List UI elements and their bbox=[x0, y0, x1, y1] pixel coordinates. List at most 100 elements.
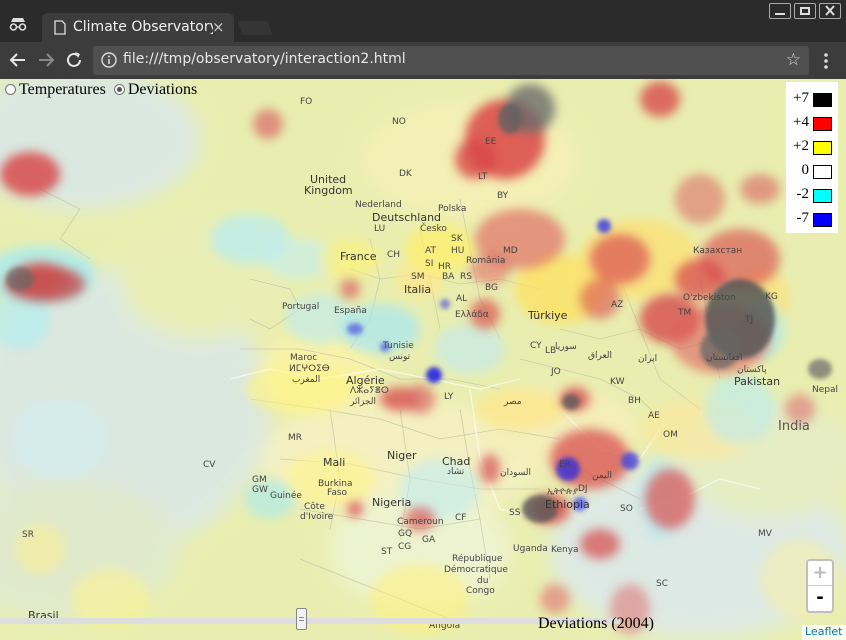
bookmark-star-icon[interactable]: ☆ bbox=[786, 50, 801, 70]
year-slider-track[interactable] bbox=[0, 618, 620, 624]
zoom-in-button[interactable]: + bbox=[808, 561, 832, 586]
map-label: تشاد bbox=[447, 467, 465, 477]
map-label: ኢትዮጵያ bbox=[547, 487, 579, 497]
forward-icon[interactable] bbox=[35, 49, 57, 71]
map-label: GW bbox=[252, 485, 268, 495]
map-label: ⴷⵣⴰⵢⴻⵔ bbox=[350, 386, 389, 396]
legend-label: 0 bbox=[801, 162, 810, 178]
document-icon bbox=[54, 20, 66, 35]
browser-tab[interactable]: Climate Observatory × bbox=[42, 13, 234, 42]
map-label: du bbox=[477, 576, 489, 586]
map-label: MR bbox=[288, 433, 303, 443]
map-label: افغانستان bbox=[706, 353, 743, 363]
legend-label: +2 bbox=[793, 138, 809, 154]
legend-item: +2 bbox=[786, 135, 838, 159]
map-label: Congo bbox=[466, 586, 495, 596]
url-text[interactable]: file:///tmp/observatory/interaction2.htm… bbox=[123, 51, 406, 67]
map-label: CH bbox=[387, 250, 401, 260]
back-icon[interactable] bbox=[7, 49, 29, 71]
map-label: CF bbox=[455, 513, 467, 523]
map-label: CV bbox=[203, 460, 216, 470]
map-label: Türkiye bbox=[528, 309, 568, 322]
layer-radio-group: Temperatures Deviations bbox=[5, 81, 197, 99]
map-label: العراق bbox=[588, 351, 613, 361]
legend-label: -7 bbox=[796, 210, 810, 226]
map-label: JO bbox=[551, 367, 561, 377]
reload-icon[interactable] bbox=[63, 49, 85, 71]
close-window-button[interactable] bbox=[819, 3, 841, 19]
legend-item: +4 bbox=[786, 111, 838, 135]
tab-title: Climate Observatory bbox=[73, 19, 213, 35]
map-label: TJ bbox=[745, 315, 754, 325]
map-label: پاکستان bbox=[737, 365, 767, 375]
legend-swatch bbox=[813, 213, 832, 227]
legend-label: +7 bbox=[793, 90, 809, 106]
map-label: NO bbox=[392, 117, 406, 127]
legend-swatch bbox=[813, 93, 832, 107]
tab-close-icon[interactable]: × bbox=[212, 18, 225, 36]
map-label: ⵍⵎⵖⵔⵉⴱ bbox=[289, 364, 330, 374]
map-label: Kingdom bbox=[304, 184, 353, 197]
map-label: Deutschland bbox=[372, 211, 442, 224]
map-label: BG bbox=[485, 283, 498, 293]
legend-label: -2 bbox=[796, 186, 810, 202]
info-icon[interactable] bbox=[101, 52, 117, 68]
map-viewport[interactable]: FO NO EE LT DK BY United Kingdom Nederla… bbox=[0, 79, 846, 640]
menu-icon[interactable] bbox=[816, 52, 836, 70]
map-label: AE bbox=[648, 411, 660, 421]
minimize-button[interactable] bbox=[769, 3, 791, 19]
maximize-button[interactable] bbox=[794, 3, 816, 19]
map-label: España bbox=[334, 306, 367, 316]
address-bar[interactable]: file:///tmp/observatory/interaction2.htm… bbox=[93, 46, 809, 75]
map-label: AT bbox=[425, 246, 436, 256]
map-label: ST bbox=[381, 547, 393, 557]
radio-temperatures-label[interactable]: Temperatures bbox=[19, 81, 106, 98]
radio-button-selected[interactable] bbox=[113, 84, 125, 95]
map-label: Cameroun bbox=[397, 517, 444, 527]
map-label: FO bbox=[300, 97, 313, 107]
map-label: Portugal bbox=[282, 302, 320, 312]
map-label: سوريا bbox=[555, 342, 577, 352]
radio-deviations-label[interactable]: Deviations bbox=[128, 81, 197, 98]
map-label: SC bbox=[656, 579, 668, 589]
attribution-link[interactable]: Leaflet bbox=[802, 625, 846, 640]
map-label: Nederland bbox=[355, 200, 402, 210]
map-label: HR bbox=[438, 262, 452, 272]
map-label: ایران bbox=[638, 354, 658, 364]
legend-item: +7 bbox=[786, 87, 838, 111]
radio-button[interactable] bbox=[5, 84, 16, 95]
map-label: الجزائر bbox=[350, 397, 376, 407]
radio-deviations[interactable]: Deviations bbox=[113, 81, 197, 98]
incognito-icon bbox=[9, 18, 27, 31]
map-label: مصر bbox=[504, 397, 522, 407]
map-label: India bbox=[778, 419, 810, 434]
map-label: AZ bbox=[611, 300, 624, 310]
map-label: România bbox=[466, 256, 506, 266]
map-label: RS bbox=[460, 272, 472, 282]
map-label: LT bbox=[478, 172, 488, 182]
map-label: Mali bbox=[323, 456, 346, 469]
map-label: Guinée bbox=[270, 491, 302, 501]
legend-item: 0 bbox=[786, 159, 838, 183]
map-label: BA bbox=[442, 272, 455, 282]
year-slider-handle[interactable] bbox=[296, 608, 307, 630]
map-label: BH bbox=[628, 396, 641, 406]
legend-swatch bbox=[813, 117, 832, 131]
radio-temperatures[interactable]: Temperatures bbox=[5, 81, 106, 98]
zoom-out-button[interactable]: - bbox=[808, 587, 832, 611]
map-label: المغرب bbox=[292, 375, 321, 385]
map-label: Uganda bbox=[513, 544, 548, 554]
zoom-control: + - bbox=[806, 559, 834, 613]
map-label: CG bbox=[398, 542, 412, 552]
map-label: SS bbox=[509, 508, 521, 518]
map-label: EE bbox=[485, 137, 497, 147]
close-icon bbox=[825, 5, 835, 16]
map-label: Côte bbox=[304, 502, 325, 512]
map-label: Ελλάδα bbox=[455, 310, 489, 320]
map-label: LY bbox=[444, 392, 454, 402]
browser-titlebar: Climate Observatory × bbox=[0, 0, 846, 42]
new-tab-button[interactable] bbox=[237, 21, 273, 35]
map-label: Česko bbox=[420, 224, 447, 234]
map-label: Maroc bbox=[290, 353, 318, 363]
map-label: KW bbox=[610, 377, 625, 387]
